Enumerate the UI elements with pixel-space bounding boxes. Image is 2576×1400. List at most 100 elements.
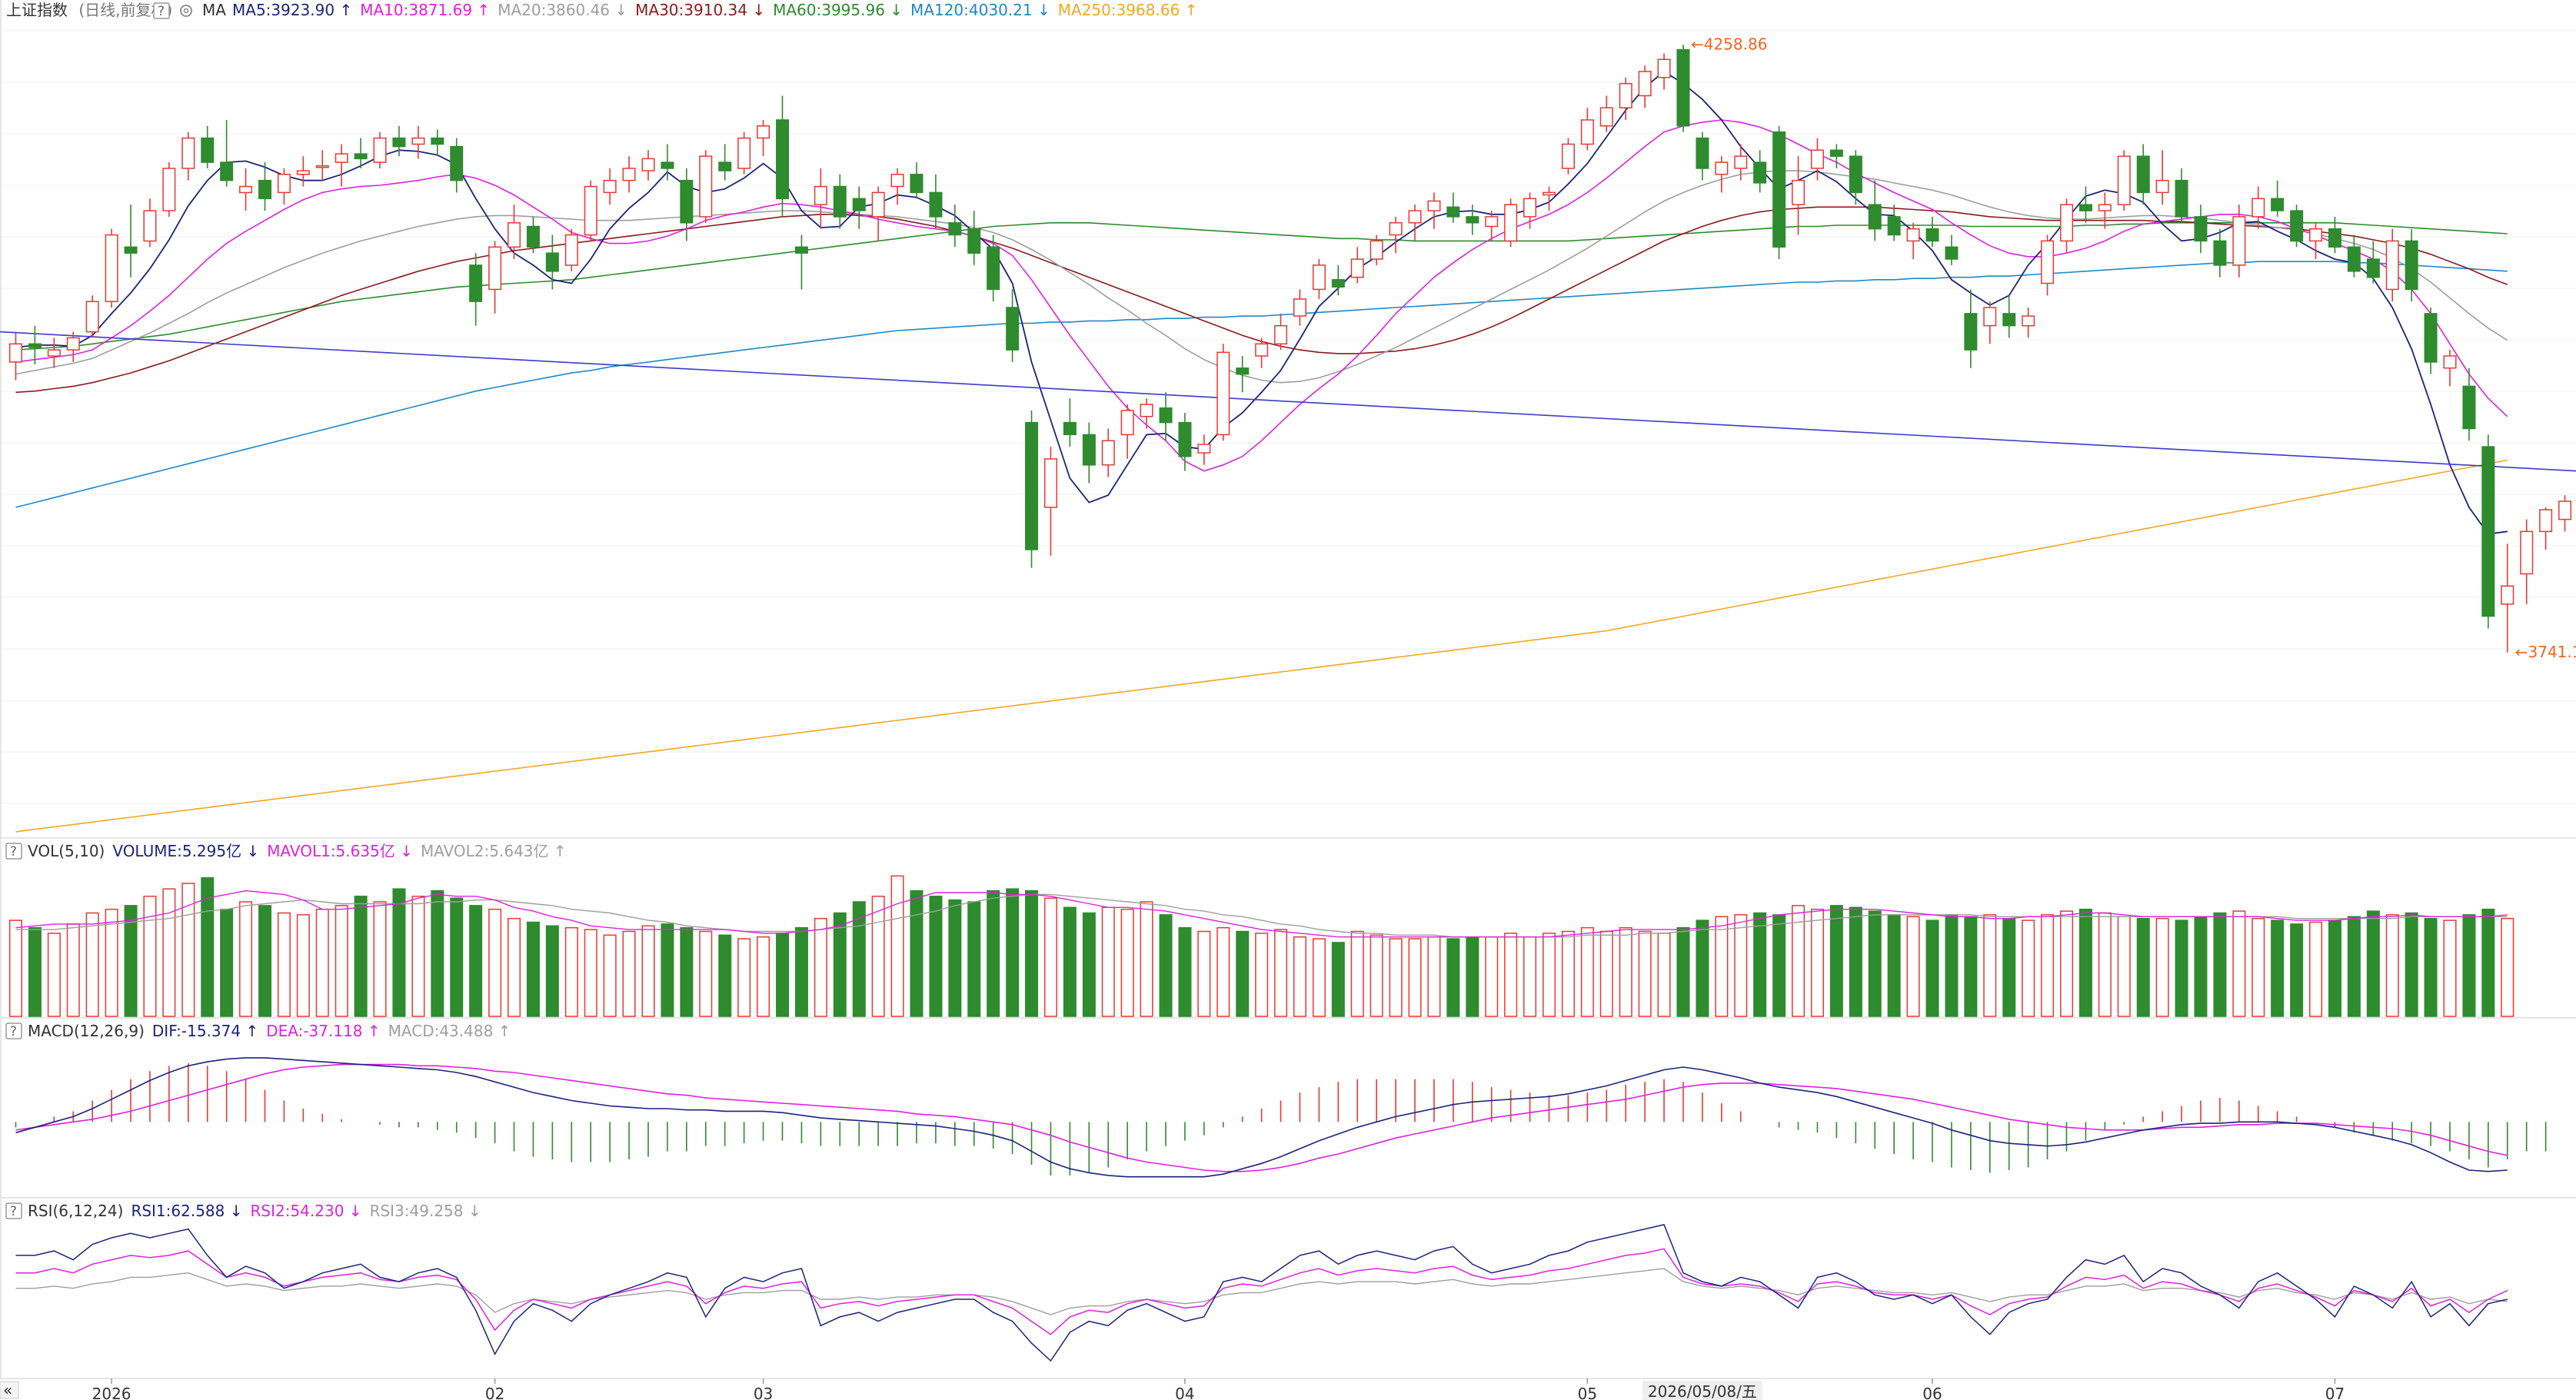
candle-down: [2481, 446, 2495, 617]
volume-bar-up: [1408, 938, 1422, 1017]
help-icon[interactable]: ?: [153, 2, 170, 19]
volume-bar-down: [1236, 930, 1250, 1017]
volume-bar-up: [1427, 936, 1441, 1017]
volume-bar-down: [1159, 914, 1173, 1017]
volume-bar-down: [2271, 919, 2285, 1017]
volume-bar-down: [526, 921, 540, 1017]
price-panel[interactable]: ←4258.86 ←3741.11: [0, 35, 2576, 833]
volume-bar-down: [2002, 917, 2016, 1017]
rsi-legend-text: RSI(6,12,24) RSI1:62.588 ↓ RSI2:54.230 ↓ RS…: [28, 1202, 481, 1220]
candle-up: [1523, 198, 1537, 218]
kline-chart[interactable]: ←4258.86 ←3741.11 上证指数 (日线,前复权) ? MA MA5:…: [0, 0, 2576, 1400]
vol-help-icon[interactable]: ?: [5, 843, 22, 860]
volume-bar-down: [1753, 912, 1767, 1017]
volume-panel[interactable]: [8, 875, 2514, 1017]
volume-bar-down: [1964, 916, 1978, 1017]
macd-help-icon[interactable]: ?: [5, 1023, 22, 1039]
candle-up: [2155, 179, 2169, 194]
candle-up: [373, 137, 387, 163]
volume-bar-down: [1466, 936, 1479, 1017]
candle-down: [469, 264, 483, 302]
volume-bar-down: [1925, 919, 1939, 1017]
ma120-line: [15, 261, 2508, 508]
volume-bar-down: [2213, 912, 2227, 1017]
settings-icon[interactable]: [180, 5, 192, 17]
volume-bar-up: [1906, 916, 1920, 1017]
volume-bar-down: [2405, 912, 2418, 1017]
rsi3-line: [15, 1268, 2508, 1315]
candle-down: [1236, 367, 1250, 375]
ma-legend: MA5:3923.90 ↑ MA10:3871.69 ↑ MA20:3860.46 …: [232, 1, 1197, 19]
candle-up: [1197, 444, 1211, 454]
chevrons-left-icon[interactable]: «: [3, 1381, 12, 1399]
candle-down: [450, 145, 464, 181]
candle-up: [1312, 264, 1326, 291]
rsi-panel[interactable]: [15, 1224, 2508, 1362]
volume-bar-down: [545, 925, 559, 1017]
candle-up: [2117, 155, 2131, 205]
volume-bar-up: [373, 901, 387, 1017]
candle-down: [201, 137, 215, 163]
candle-up: [1485, 216, 1499, 228]
low-price-label: ←3741.11: [2515, 643, 2576, 661]
candle-up: [1561, 143, 1575, 169]
volume-bar-up: [1657, 933, 1671, 1017]
candle-up: [737, 137, 751, 169]
candle-up: [411, 137, 425, 145]
candle-up: [2022, 315, 2035, 327]
volume-bar-down: [1025, 890, 1039, 1017]
volume-bar-up: [2232, 910, 2246, 1017]
panel-title: MACD(12,26,9): [28, 1022, 145, 1040]
volume-bar-down: [967, 901, 981, 1017]
nav-left-button[interactable]: «: [0, 1381, 19, 1399]
trend-line: [0, 331, 2576, 472]
candle-up: [1599, 107, 1613, 127]
rsi-help-icon[interactable]: ?: [5, 1202, 22, 1219]
candle-down: [1772, 131, 1786, 248]
volume-bar-up: [890, 875, 904, 1017]
chart-title: 上证指数: [6, 1, 68, 19]
volume-bar-up: [1485, 936, 1499, 1017]
volume-bar-down: [910, 890, 924, 1017]
candle-up: [1370, 240, 1383, 260]
candle-up: [1810, 149, 1824, 169]
candle-up: [2098, 204, 2112, 211]
legend-item: MA120:4030.21 ↓: [910, 1, 1050, 19]
candle-down: [545, 252, 559, 272]
candle-down: [2136, 155, 2150, 194]
candle-up: [584, 185, 597, 236]
candle-down: [28, 343, 42, 348]
svg-text:?: ?: [10, 844, 17, 860]
candle-up: [1715, 161, 1729, 175]
macd-panel[interactable]: [15, 1057, 2547, 1178]
candle-down: [2002, 313, 2016, 327]
candle-down: [2424, 313, 2438, 363]
candle-down: [2290, 210, 2304, 242]
volume-bar-up: [488, 908, 502, 1017]
candle-down: [1925, 228, 1939, 242]
volume-bar-down: [2136, 917, 2150, 1017]
volume-bar-down: [661, 923, 674, 1017]
volume-bar-up: [871, 896, 885, 1017]
candle-down: [1887, 216, 1901, 236]
volume-bar-up: [1389, 938, 1403, 1017]
volume-bar-up: [47, 933, 61, 1017]
volume-bar-up: [162, 888, 176, 1017]
candle-down: [1945, 246, 1959, 260]
volume-bar-up: [1504, 933, 1518, 1017]
volume-bar-up: [277, 912, 291, 1017]
volume-bar-down: [987, 890, 1000, 1017]
volume-bar-up: [641, 925, 655, 1017]
candle-down: [2078, 204, 2092, 211]
volume-bar-down: [2328, 919, 2341, 1017]
candle-down: [431, 137, 444, 145]
candle-up: [564, 234, 578, 266]
svg-text:上证指数 (日线,前复权): 上证指数 (日线,前复权): [6, 1, 172, 19]
candle-down: [124, 246, 138, 254]
candle-down: [2462, 385, 2476, 430]
candle-down: [910, 174, 924, 194]
x-tick-label: 07: [2325, 1385, 2345, 1400]
volume-bar-up: [1734, 914, 1748, 1017]
candle-up: [2232, 216, 2246, 266]
candle-down: [526, 225, 540, 248]
